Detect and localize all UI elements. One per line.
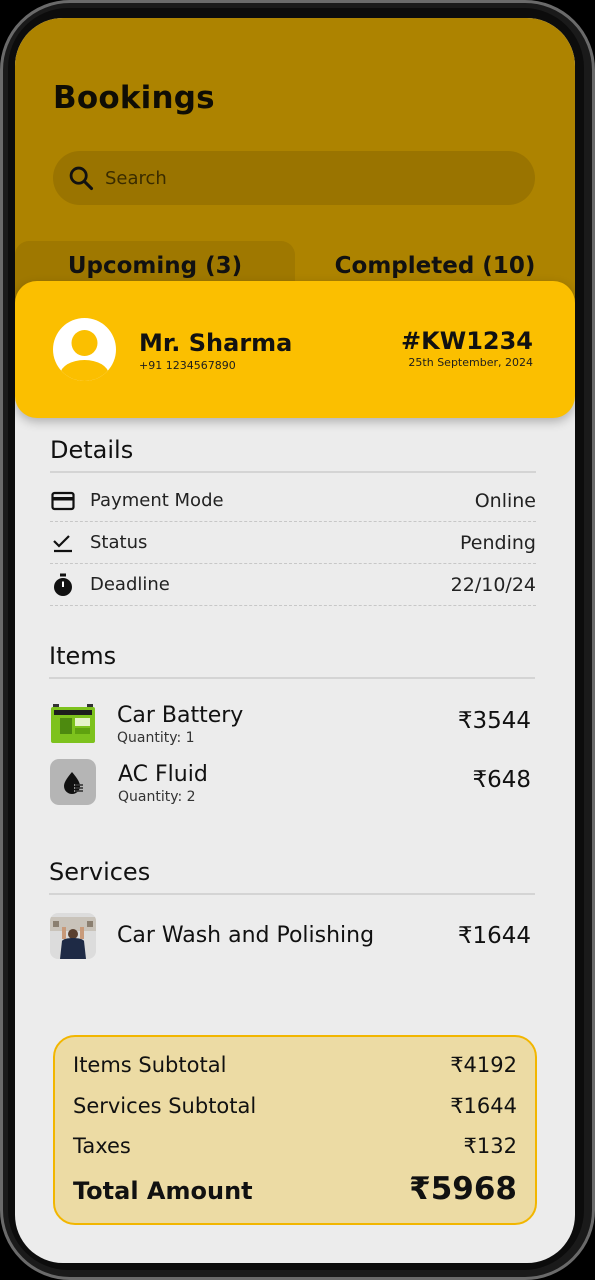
avatar <box>53 318 116 381</box>
service-name: Car Wash and Polishing <box>117 923 375 948</box>
item-name: Car Battery <box>117 703 244 728</box>
items-title: Items <box>49 642 117 670</box>
summary-taxes: Taxes ₹132 <box>73 1134 517 1158</box>
credit-card-icon <box>50 488 76 514</box>
item-row-car-battery[interactable]: Car Battery Quantity: 1 ₹3544 <box>50 700 536 750</box>
services-subtotal-label: Services Subtotal <box>73 1094 257 1118</box>
services-title: Services <box>49 858 151 886</box>
total-label: Total Amount <box>73 1177 253 1205</box>
taxes-label: Taxes <box>73 1134 131 1158</box>
item-row-ac-fluid[interactable]: AC Fluid Quantity: 2 ₹648 <box>50 759 536 809</box>
booking-card: Mr. Sharma +91 1234567890 #KW1234 25th S… <box>15 281 575 418</box>
app-screen: Bookings Search Upcoming (3) Completed (… <box>15 18 575 1263</box>
user-avatar-icon <box>60 330 109 381</box>
page-title: Bookings <box>53 80 215 116</box>
deadline-label: Deadline <box>90 574 170 595</box>
items-subtotal-label: Items Subtotal <box>73 1053 227 1077</box>
items-subtotal-value: ₹4192 <box>450 1053 517 1077</box>
payment-mode-label: Payment Mode <box>90 490 224 511</box>
detail-row-payment-mode: Payment Mode Online <box>50 480 536 522</box>
customer-name: Mr. Sharma <box>139 329 293 357</box>
items-divider <box>49 677 535 679</box>
payment-mode-value: Online <box>474 489 536 512</box>
checkmark-icon <box>50 530 76 556</box>
taxes-value: ₹132 <box>463 1134 517 1158</box>
search-placeholder: Search <box>105 167 167 189</box>
total-value: ₹5968 <box>409 1171 517 1207</box>
order-summary: Items Subtotal ₹4192 Services Subtotal ₹… <box>53 1035 537 1225</box>
status-label: Status <box>90 532 148 553</box>
header-overlay: Bookings Search Upcoming (3) Completed (… <box>15 18 575 318</box>
customer-phone: +91 1234567890 <box>139 359 236 372</box>
item-quantity: Quantity: 2 <box>118 789 196 805</box>
service-row-car-wash[interactable]: Car Wash and Polishing ₹1644 <box>50 913 536 963</box>
summary-total: Total Amount ₹5968 <box>73 1171 517 1207</box>
item-price: ₹648 <box>472 767 531 793</box>
item-price: ₹3544 <box>457 708 531 734</box>
item-name: AC Fluid <box>118 762 208 787</box>
search-icon <box>69 166 94 191</box>
booking-id: #KW1234 <box>401 327 533 355</box>
details-divider <box>50 471 536 473</box>
stopwatch-icon <box>50 572 76 598</box>
detail-row-deadline: Deadline 22/10/24 <box>50 564 536 606</box>
service-price: ₹1644 <box>457 923 531 949</box>
status-value: Pending <box>460 531 536 554</box>
summary-items-subtotal: Items Subtotal ₹4192 <box>73 1053 517 1077</box>
fluid-icon <box>50 759 96 805</box>
car-battery-image <box>50 700 96 746</box>
services-divider <box>49 893 535 895</box>
summary-services-subtotal: Services Subtotal ₹1644 <box>73 1094 517 1118</box>
search-input[interactable]: Search <box>53 151 535 205</box>
deadline-value: 22/10/24 <box>450 573 536 596</box>
item-quantity: Quantity: 1 <box>117 730 195 746</box>
booking-date: 25th September, 2024 <box>408 356 533 369</box>
car-wash-image <box>50 913 96 959</box>
details-title: Details <box>50 436 134 464</box>
services-subtotal-value: ₹1644 <box>450 1094 517 1118</box>
detail-row-status: Status Pending <box>50 522 536 564</box>
